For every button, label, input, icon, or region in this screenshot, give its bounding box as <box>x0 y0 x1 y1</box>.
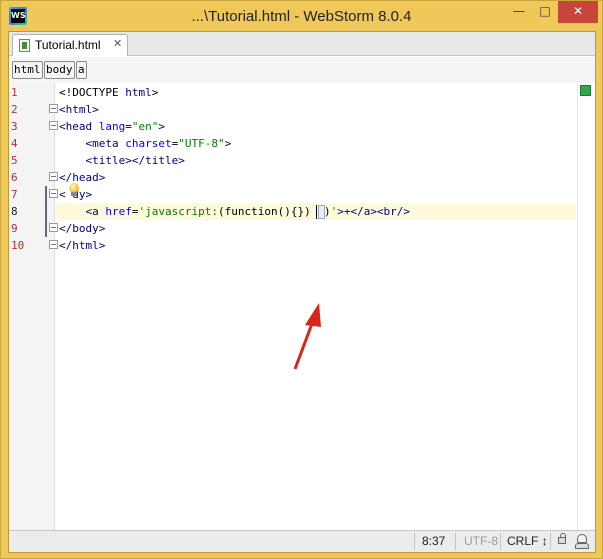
line-number: 7 <box>11 188 18 201</box>
code-token: </html> <box>59 239 106 252</box>
line-separator-selector[interactable]: CRLF ↕ <box>507 534 548 548</box>
editor-tab-label: Tutorial.html <box>35 38 101 52</box>
minimize-button[interactable]: — <box>506 1 532 23</box>
code-token: > <box>158 120 165 133</box>
code-token: </head> <box>59 171 106 184</box>
fold-toggle-icon[interactable] <box>49 172 58 181</box>
breadcrumb-item-a[interactable]: a <box>76 61 87 79</box>
fold-toggle-icon[interactable] <box>49 104 58 113</box>
line-number: 2 <box>11 103 18 116</box>
code-line[interactable]: <head lang="en"> <box>59 118 165 135</box>
code-token: <a <box>85 205 106 218</box>
webstorm-window: WS ...\Tutorial.html - WebStorm 8.0.4 — … <box>0 0 603 559</box>
code-line[interactable]: </head> <box>59 169 105 186</box>
scope-indicator <box>45 186 47 237</box>
code-editor[interactable]: 1 2 3 4 5 6 7 8 9 10 <!DOCTYPE html> <htm… <box>9 83 595 530</box>
code-token: = <box>131 205 139 218</box>
breadcrumb-item-html[interactable]: html <box>12 61 43 79</box>
code-token: html <box>125 86 152 99</box>
status-separator <box>414 533 415 550</box>
code-token: <head <box>59 120 99 133</box>
breadcrumb: html body a <box>9 57 595 83</box>
file-encoding[interactable]: UTF-8 <box>464 534 498 548</box>
fold-toggle-icon[interactable] <box>49 223 58 232</box>
fold-guide-line <box>54 83 55 530</box>
code-token: > <box>151 86 159 99</box>
code-token: href <box>105 205 132 218</box>
code-token: < <box>59 188 66 201</box>
code-token: </body> <box>59 222 106 235</box>
maximize-button[interactable]: □ <box>532 1 558 23</box>
code-line[interactable]: <html> <box>59 101 99 118</box>
line-number: 10 <box>11 239 25 252</box>
code-line[interactable]: </body> <box>59 220 105 237</box>
code-token: <meta <box>85 137 126 150</box>
code-token: (function(){}) () <box>217 205 331 218</box>
hector-inspector-icon[interactable] <box>575 534 589 549</box>
code-token: > <box>224 137 232 150</box>
fold-toggle-icon[interactable] <box>49 121 58 130</box>
html-file-icon <box>19 39 30 52</box>
inspection-status-icon[interactable] <box>580 85 591 96</box>
status-separator <box>455 533 456 550</box>
brace-match-highlight <box>318 205 325 219</box>
lock-icon[interactable] <box>558 533 566 544</box>
line-number: 4 <box>11 137 18 150</box>
status-bar: 8:37 UTF-8 CRLF ↕ <box>9 530 595 552</box>
annotation-arrow <box>293 303 321 370</box>
breadcrumb-item-body[interactable]: body <box>44 61 75 79</box>
code-token: <title></title> <box>85 154 185 167</box>
code-token: "en" <box>131 120 159 133</box>
code-line[interactable]: <meta charset="UTF-8"> <box>59 135 232 152</box>
code-token: charset <box>125 137 172 150</box>
editor-tab-tutorial-html[interactable]: Tutorial.html ✕ <box>12 34 128 56</box>
status-separator <box>500 533 501 550</box>
line-number: 5 <box>11 154 18 167</box>
ide-client-area: Tutorial.html ✕ html body a 1 2 3 4 5 6 … <box>8 31 596 553</box>
code-line[interactable]: <title></title> <box>59 152 185 169</box>
title-bar[interactable]: WS ...\Tutorial.html - WebStorm 8.0.4 — … <box>1 1 602 31</box>
code-token: >+</a><br/> <box>337 205 411 218</box>
code-token: 'javascript: <box>138 205 218 218</box>
status-separator <box>550 533 551 550</box>
editor-tab-strip: Tutorial.html ✕ <box>9 32 595 56</box>
code-line[interactable]: </html> <box>59 237 105 254</box>
line-number: 6 <box>11 171 18 184</box>
code-line[interactable]: <!DOCTYPE html> <box>59 84 158 101</box>
lightbulb-icon[interactable] <box>68 183 80 196</box>
code-token: "UTF-8" <box>178 137 225 150</box>
close-window-button[interactable]: ✕ <box>558 1 598 23</box>
close-tab-icon[interactable]: ✕ <box>113 37 122 50</box>
code-token: lang <box>98 120 126 133</box>
code-line[interactable]: <a href='javascript:(function(){}) ()'>+… <box>59 203 411 220</box>
line-number: 1 <box>11 86 18 99</box>
right-margin-guide <box>577 83 578 530</box>
code-token: <!DOCTYPE <box>59 86 126 99</box>
fold-toggle-icon[interactable] <box>49 240 58 249</box>
fold-toggle-icon[interactable] <box>49 189 58 198</box>
line-number: 3 <box>11 120 18 133</box>
line-number: 9 <box>11 222 18 235</box>
code-token: <html> <box>59 103 99 116</box>
line-number: 8 <box>11 205 18 218</box>
text-caret <box>316 205 317 219</box>
caret-position[interactable]: 8:37 <box>422 534 445 548</box>
code-token: = <box>125 120 132 133</box>
